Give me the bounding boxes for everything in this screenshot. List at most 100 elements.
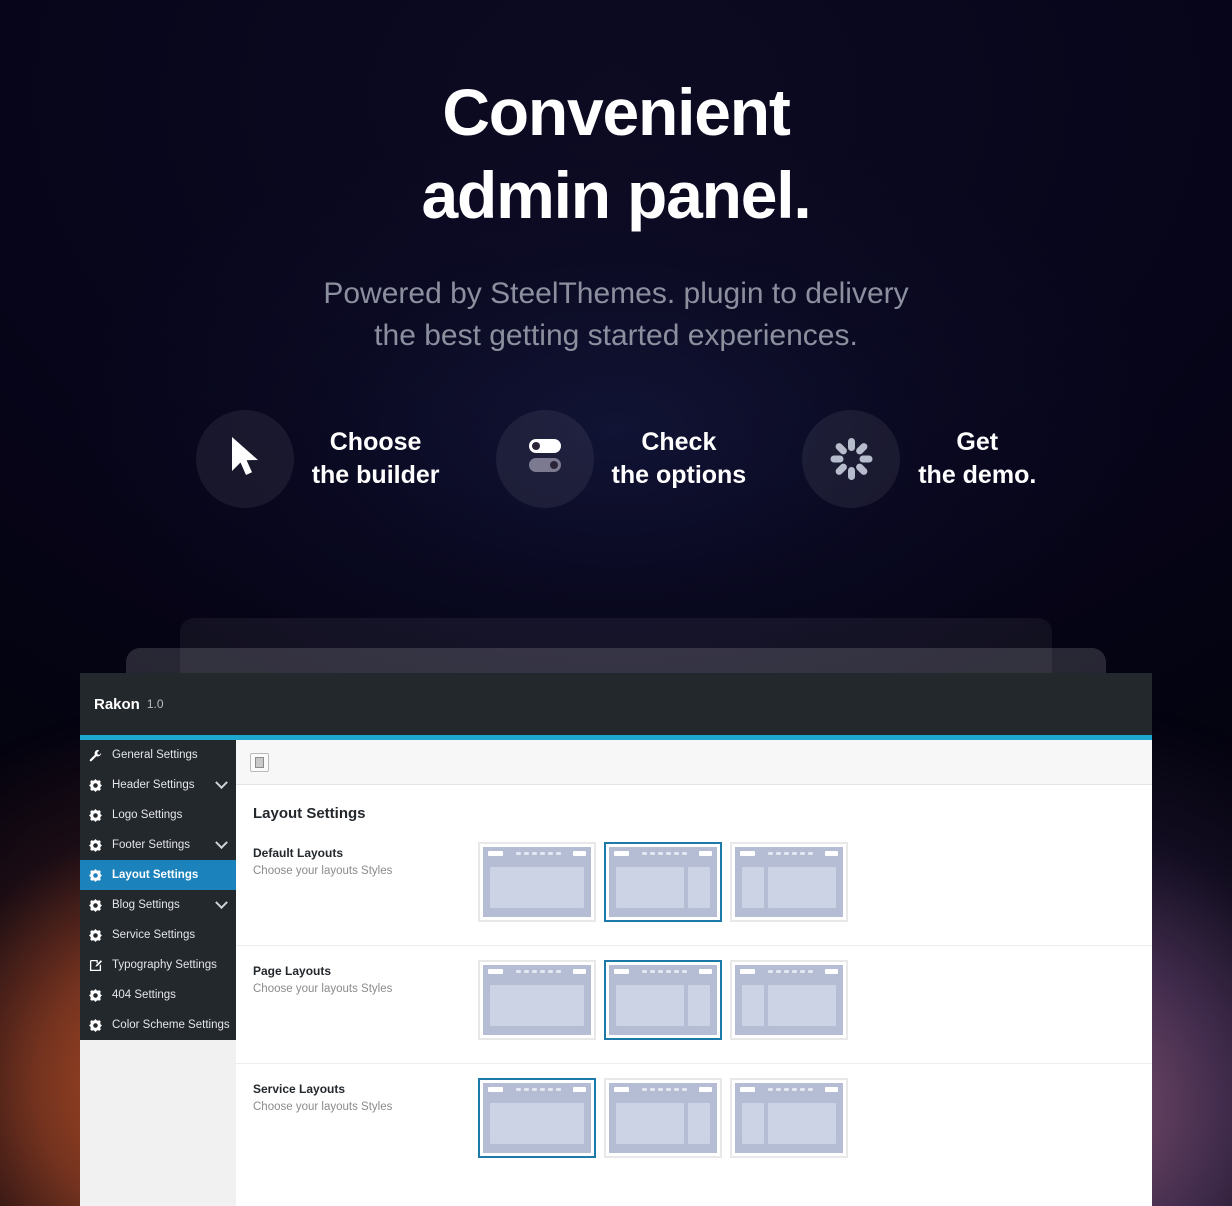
page-root: Convenient admin panel. Powered by Steel…: [0, 0, 1232, 1206]
sidebar-item-header-settings[interactable]: Header Settings: [80, 770, 236, 800]
mini-nav: [633, 970, 695, 973]
gear-icon: [89, 898, 107, 912]
gear-icon: [89, 868, 107, 882]
mini-content-main: [490, 985, 584, 1026]
sidebar-item-layout-settings[interactable]: Layout Settings: [80, 860, 236, 890]
layout-option-group: [478, 960, 848, 1040]
mini-sidebar-right: [688, 985, 710, 1026]
sidebar-item-label: Service Settings: [112, 929, 196, 941]
page-title: Convenient admin panel.: [0, 77, 1232, 233]
wrench-icon: [89, 749, 107, 762]
mini-nav: [633, 1088, 695, 1091]
layout-option-full[interactable]: [478, 842, 596, 922]
headline-line-2: admin panel.: [421, 158, 811, 233]
sidebar-item-label: Typography Settings: [112, 959, 217, 971]
feature-label-line-1: Check: [641, 428, 717, 457]
subtitle-line-1: Powered by SteelThemes. plugin to delive…: [323, 276, 909, 310]
layout-preview-left: [735, 847, 843, 917]
mini-content-main: [767, 1103, 836, 1144]
mini-content-main: [616, 867, 685, 908]
chevron-down-icon[interactable]: [215, 895, 228, 909]
sidebar-item-general-settings[interactable]: General Settings: [80, 740, 236, 770]
toggle-switches-icon: [521, 436, 569, 481]
sidebar-item-404-settings[interactable]: 404 Settings: [80, 980, 236, 1010]
mini-nav: [759, 970, 821, 973]
settings-row-description: Choose your layouts Styles: [253, 983, 393, 995]
mini-body: [614, 856, 712, 912]
layout-option-full[interactable]: [478, 960, 596, 1040]
layout-option-right[interactable]: [604, 842, 722, 922]
feature-icon-wrap: [495, 409, 594, 508]
layout-preview-full: [483, 1083, 591, 1153]
feature-icon-wrap: [195, 409, 294, 508]
settings-row: Default Layouts Choose your layouts Style…: [236, 828, 1152, 946]
layout-option-left[interactable]: [730, 960, 848, 1040]
settings-row-title: Service Layouts: [253, 1082, 346, 1096]
feature-choose-builder[interactable]: Choose the builder: [195, 409, 440, 508]
sidebar-item-label: 404 Settings: [112, 989, 176, 1001]
sidebar-item-blog-settings[interactable]: Blog Settings: [80, 890, 236, 920]
sidebar-item-typography-settings[interactable]: Typography Settings: [80, 950, 236, 980]
mini-sidebar-right: [688, 867, 710, 908]
mini-body: [488, 974, 586, 1030]
settings-row-description: Choose your layouts Styles: [253, 865, 393, 877]
sidebar-item-service-settings[interactable]: Service Settings: [80, 920, 236, 950]
layout-option-full[interactable]: [478, 1078, 596, 1158]
layout-option-left[interactable]: [730, 842, 848, 922]
admin-panel-window: Rakon 1.0 General Settings Header Setting…: [80, 673, 1152, 1206]
settings-rows: Default Layouts Choose your layouts Style…: [236, 822, 1152, 1182]
layout-option-right[interactable]: [604, 960, 722, 1040]
mini-nav: [507, 970, 569, 973]
mini-sidebar-left: [742, 867, 764, 908]
mini-nav: [507, 852, 569, 855]
mini-content-main: [490, 1103, 584, 1144]
spinner-icon: [828, 436, 874, 482]
chevron-down-icon[interactable]: [215, 775, 228, 789]
brand-version: 1.0: [146, 697, 164, 711]
feature-label-line-1: Choose: [329, 428, 422, 457]
layout-option-group: [478, 842, 848, 922]
mini-body: [740, 856, 838, 912]
gear-icon: [89, 778, 107, 792]
sidebar: General Settings Header Settings Logo Sett…: [80, 740, 236, 1206]
mini-body: [614, 974, 712, 1030]
feature-get-demo[interactable]: Get the demo.: [802, 409, 1037, 508]
feature-label-line-1: Get: [956, 428, 999, 457]
mini-sidebar-left: [742, 985, 764, 1026]
panel-glyph-icon: [255, 756, 264, 768]
settings-row-label: Service Layouts Choose your layouts Style…: [253, 1078, 478, 1113]
mini-body: [740, 974, 838, 1030]
hero-section: Convenient admin panel. Powered by Steel…: [0, 0, 1232, 508]
toggle-panel-button[interactable]: [250, 752, 269, 772]
sidebar-item-color-scheme-settings[interactable]: Color Scheme Settings: [80, 1010, 236, 1040]
content-area: Layout Settings Default Layouts Choose yo…: [236, 740, 1152, 1206]
feature-check-options[interactable]: Check the options: [495, 409, 746, 508]
layout-preview-right: [609, 965, 717, 1035]
subtitle-line-2: the best getting started experiences.: [374, 319, 858, 353]
mini-nav: [633, 852, 695, 855]
gear-icon: [89, 988, 107, 1002]
chevron-down-icon[interactable]: [215, 835, 228, 849]
mini-content-main: [616, 1103, 685, 1144]
layout-preview-full: [483, 847, 591, 917]
layout-option-right[interactable]: [604, 1078, 722, 1158]
panel-header: Rakon 1.0: [80, 673, 1152, 735]
settings-row-title: Page Layouts: [253, 964, 332, 978]
feature-label: Choose the builder: [312, 426, 440, 491]
mini-content-main: [767, 867, 836, 908]
settings-row-description: Choose your layouts Styles: [253, 1101, 393, 1113]
sidebar-item-label: Footer Settings: [112, 839, 190, 851]
sidebar-item-logo-settings[interactable]: Logo Settings: [80, 800, 236, 830]
gear-icon: [89, 1018, 107, 1032]
gear-icon: [89, 808, 107, 822]
gear-icon: [89, 838, 107, 852]
sidebar-item-footer-settings[interactable]: Footer Settings: [80, 830, 236, 860]
mini-nav: [759, 1088, 821, 1091]
panel-body: General Settings Header Settings Logo Sett…: [80, 740, 1152, 1206]
content-title: Layout Settings: [253, 805, 366, 822]
layout-preview-left: [735, 965, 843, 1035]
sidebar-item-label: Blog Settings: [112, 899, 180, 911]
feature-label-line-2: the demo.: [918, 460, 1037, 489]
mini-sidebar-left: [742, 1103, 764, 1144]
layout-option-left[interactable]: [730, 1078, 848, 1158]
